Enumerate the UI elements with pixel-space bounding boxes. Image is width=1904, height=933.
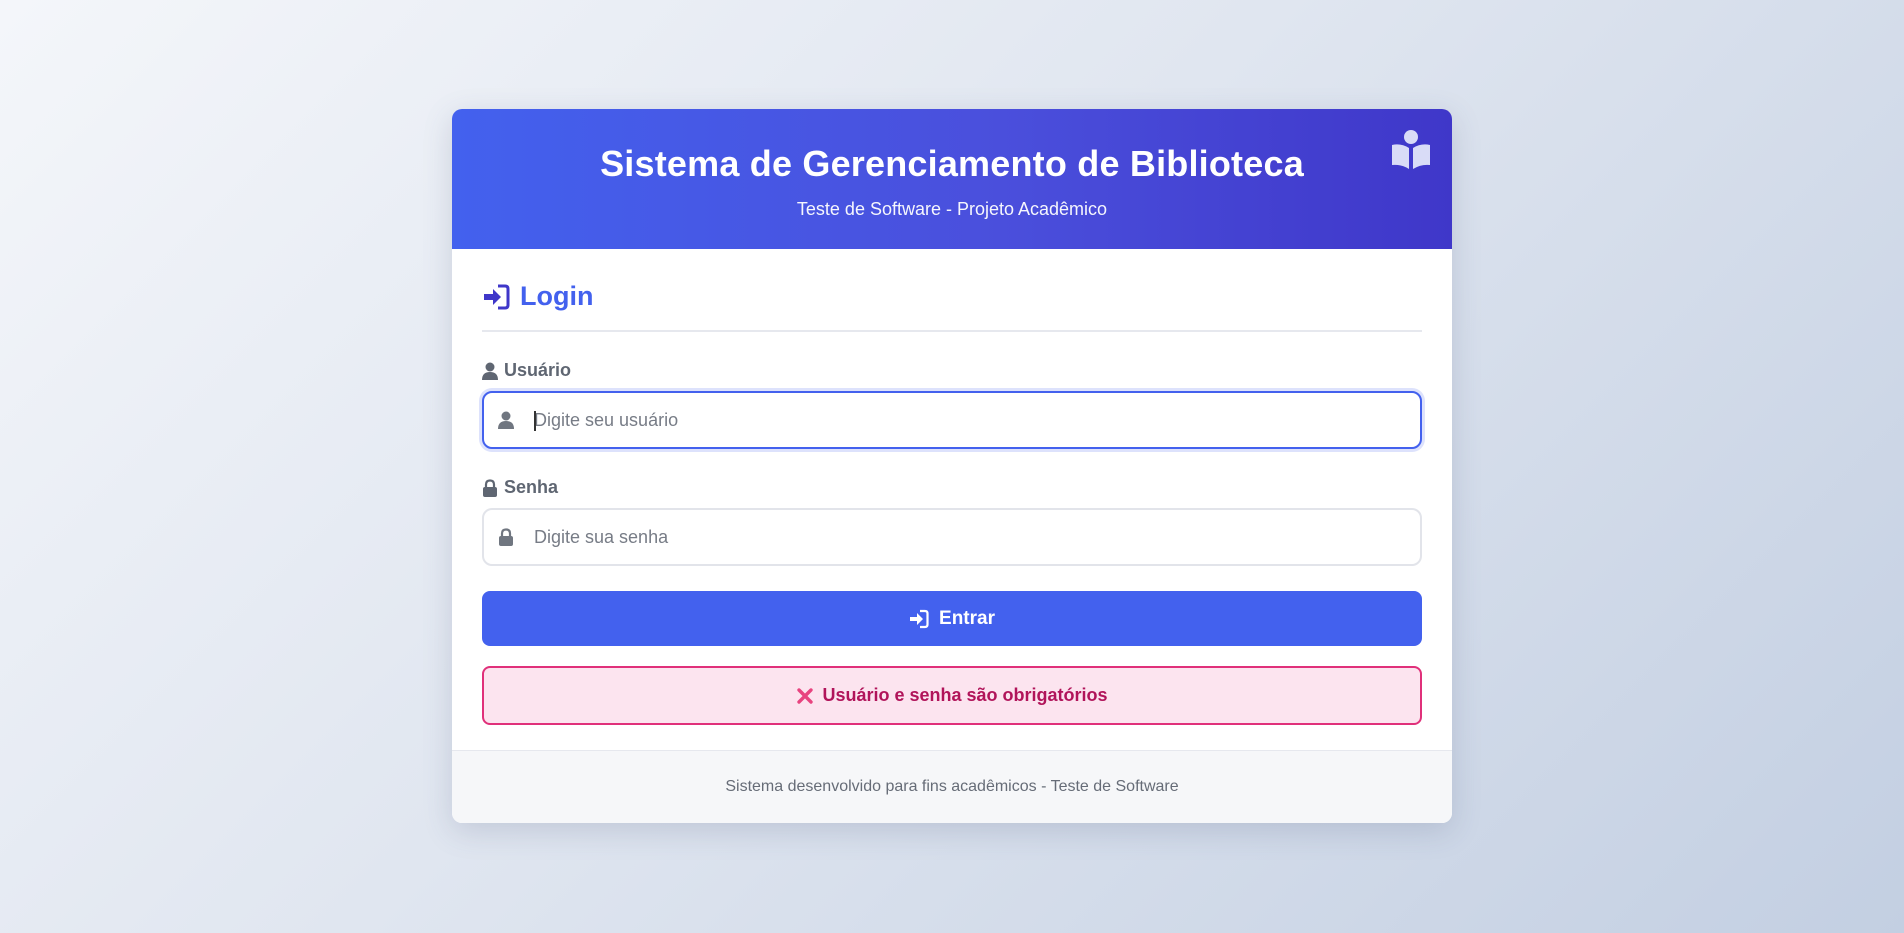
username-input[interactable] xyxy=(534,393,1410,447)
error-message: Usuário e senha são obrigatórios xyxy=(822,685,1108,705)
password-input[interactable] xyxy=(534,510,1410,564)
password-label: Senha xyxy=(482,477,1422,498)
card-header: Sistema de Gerenciamento de Biblioteca T… xyxy=(452,109,1452,249)
login-card: Sistema de Gerenciamento de Biblioteca T… xyxy=(452,109,1452,823)
footer-text: Sistema desenvolvido para fins acadêmico… xyxy=(725,778,1179,795)
username-label: Usuário xyxy=(482,360,1422,381)
submit-button[interactable]: Entrar xyxy=(482,591,1422,646)
sign-in-icon xyxy=(484,284,510,309)
password-field-wrapper xyxy=(482,508,1422,566)
card-footer: Sistema desenvolvido para fins acadêmico… xyxy=(452,750,1452,823)
text-caret xyxy=(534,411,536,431)
username-label-text: Usuário xyxy=(504,360,572,380)
submit-button-label: Entrar xyxy=(939,607,995,629)
user-icon xyxy=(482,362,498,380)
lock-icon xyxy=(483,478,497,497)
book-reader-icon xyxy=(1392,130,1430,169)
sign-in-icon xyxy=(910,609,929,628)
error-alert: Usuário e senha são obrigatórios xyxy=(482,666,1422,725)
lock-icon xyxy=(499,528,513,546)
x-mark-icon xyxy=(797,687,814,704)
card-body: Login Usuário Senha xyxy=(452,249,1452,725)
user-icon xyxy=(498,411,514,429)
password-label-text: Senha xyxy=(504,477,559,497)
login-title: Login xyxy=(520,281,594,311)
app-subtitle: Teste de Software - Projeto Acadêmico xyxy=(796,199,1108,219)
username-field-wrapper xyxy=(482,391,1422,449)
login-heading: Login xyxy=(482,281,1422,332)
app-title: Sistema de Gerenciamento de Biblioteca xyxy=(600,143,1304,184)
